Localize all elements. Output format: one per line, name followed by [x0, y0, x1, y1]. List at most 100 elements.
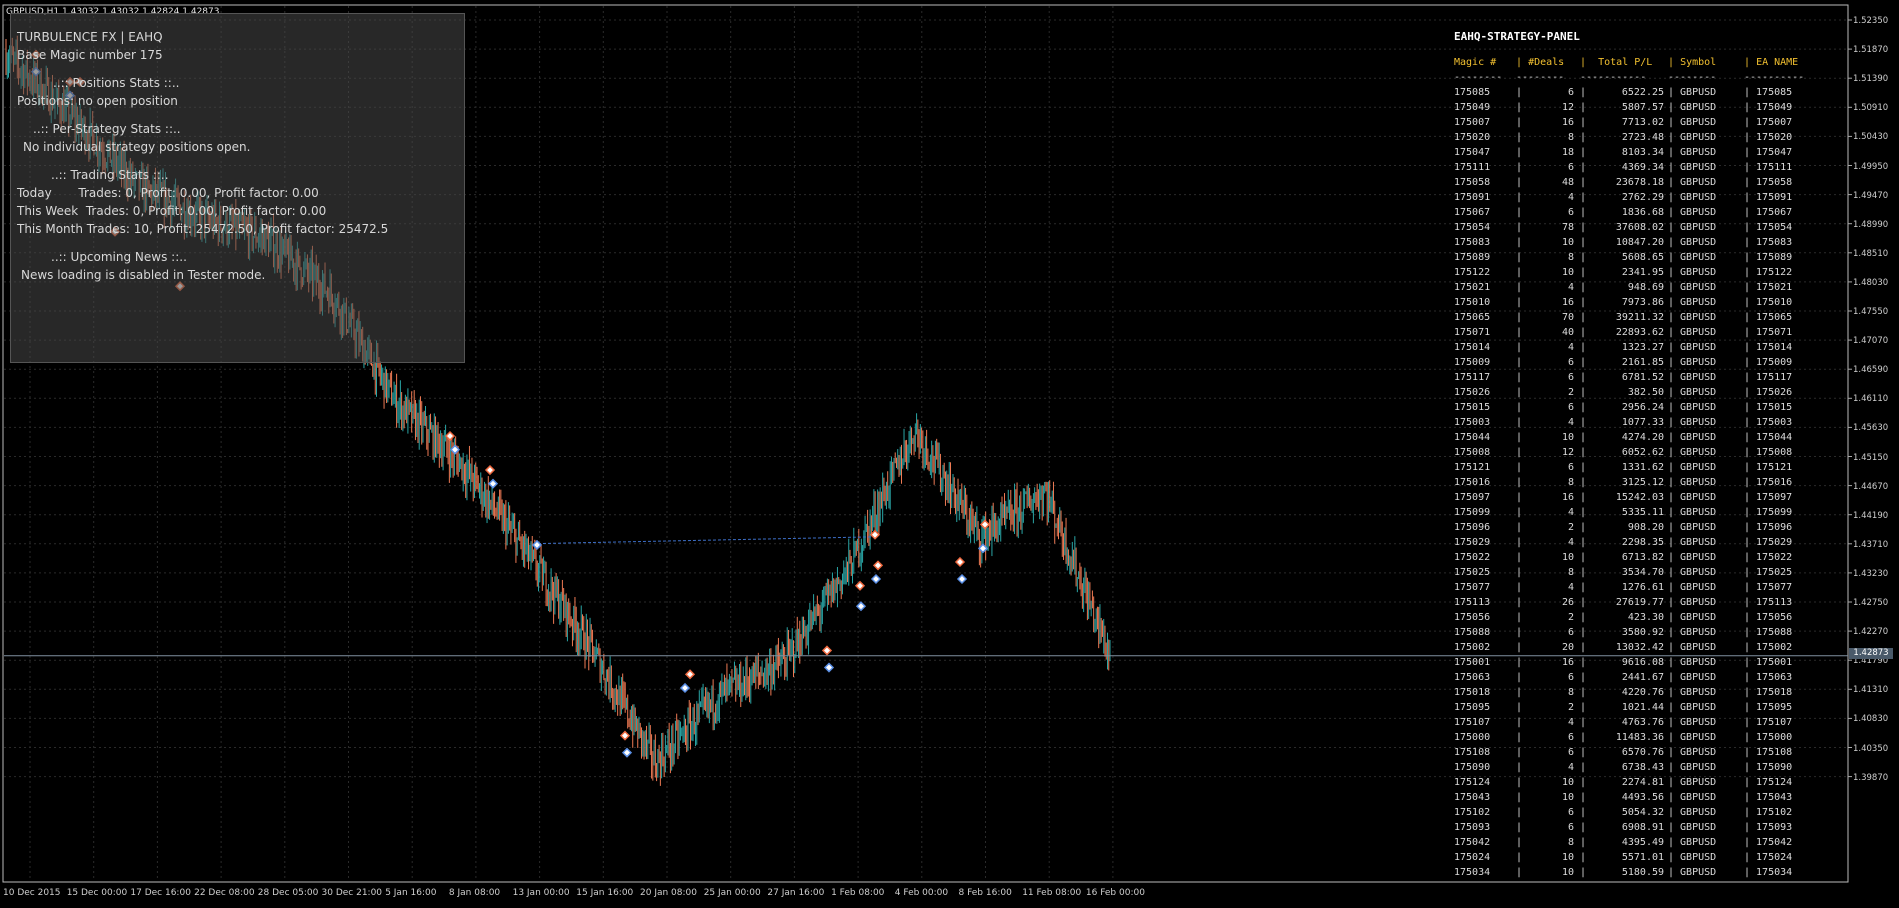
- total-cell: | 27619.77: [1580, 597, 1665, 608]
- total-cell: | 1323.27: [1580, 342, 1665, 353]
- ea-name-cell: | 175015: [1744, 402, 1793, 413]
- time-axis-label: 30 Dec 21:00: [321, 888, 383, 898]
- table-row: 175085 | 6 | 6522.25 | GBPUSD | 175085: [1454, 85, 1844, 100]
- time-axis-label: 1 Feb 08:00: [831, 888, 885, 898]
- table-row: 175108 | 6 | 6570.76 | GBPUSD | 175108: [1454, 745, 1844, 760]
- ea-name-cell: | 175108: [1744, 747, 1793, 758]
- header-magic: Magic #: [1454, 56, 1497, 68]
- info-line: ..:: Trading Stats ::..: [51, 168, 169, 182]
- symbol-cell: | GBPUSD: [1668, 312, 1717, 323]
- magic-cell: 175063: [1454, 672, 1491, 683]
- symbol-cell: | GBPUSD: [1668, 522, 1717, 533]
- info-line: ..:: Upcoming News ::..: [51, 250, 187, 264]
- total-cell: | 5608.65: [1580, 252, 1665, 263]
- magic-cell: 175024: [1454, 852, 1491, 863]
- ea-name-cell: | 175020: [1744, 132, 1793, 143]
- magic-cell: 175026: [1454, 387, 1491, 398]
- ea-name-cell: | 175058: [1744, 177, 1793, 188]
- total-cell: | 1836.68: [1580, 207, 1665, 218]
- info-line: This Week Trades: 0, Profit: 0.00, Profi…: [17, 204, 327, 218]
- table-row: 175024 | 10 | 5571.01 | GBPUSD | 175024: [1454, 850, 1844, 865]
- table-row: 175124 | 10 | 2274.81 | GBPUSD | 175124: [1454, 775, 1844, 790]
- deals-cell: | 8: [1516, 687, 1575, 698]
- ea-name-cell: | 175021: [1744, 282, 1793, 293]
- total-cell: | 23678.18: [1580, 177, 1665, 188]
- symbol-cell: | GBPUSD: [1668, 267, 1717, 278]
- symbol-cell: | GBPUSD: [1668, 417, 1717, 428]
- price-axis-label: 1.50430: [1853, 132, 1889, 143]
- magic-cell: 175088: [1454, 627, 1491, 638]
- table-row: 175107 | 4 | 4763.76 | GBPUSD | 175107: [1454, 715, 1844, 730]
- total-cell: | 1276.61: [1580, 582, 1665, 593]
- magic-cell: 175029: [1454, 537, 1491, 548]
- price-axis-label: 1.45630: [1853, 423, 1889, 434]
- deals-cell: | 4: [1516, 582, 1575, 593]
- ea-name-cell: | 175008: [1744, 447, 1793, 458]
- ea-name-cell: | 175026: [1744, 387, 1793, 398]
- table-row: 175093 | 6 | 6908.91 | GBPUSD | 175093: [1454, 820, 1844, 835]
- deals-cell: | 16: [1516, 657, 1575, 668]
- ea-name-cell: | 175007: [1744, 117, 1793, 128]
- deals-cell: | 4: [1516, 342, 1575, 353]
- price-axis-label: 1.49470: [1853, 190, 1889, 201]
- total-cell: | 5180.59: [1580, 867, 1665, 878]
- time-axis-label: 17 Dec 16:00: [130, 888, 191, 898]
- time-axis-label: 15 Jan 16:00: [576, 888, 634, 898]
- total-cell: | 13032.42: [1580, 642, 1665, 653]
- magic-cell: 175025: [1454, 567, 1491, 578]
- deals-cell: | 12: [1516, 447, 1575, 458]
- symbol-cell: | GBPUSD: [1668, 177, 1717, 188]
- info-line: TURBULENCE FX | EAHQ: [17, 30, 163, 44]
- total-cell: | 3580.92: [1580, 627, 1665, 638]
- table-row: 175083 | 10 | 10847.20 | GBPUSD | 175083: [1454, 235, 1844, 250]
- table-row: 175018 | 8 | 4220.76 | GBPUSD | 175018: [1454, 685, 1844, 700]
- price-axis-label: 1.45150: [1853, 452, 1889, 463]
- info-line: No individual strategy positions open.: [23, 140, 251, 154]
- ea-name-cell: | 175085: [1744, 87, 1793, 98]
- magic-cell: 175007: [1454, 117, 1491, 128]
- deals-cell: | 4: [1516, 507, 1575, 518]
- total-cell: | 3125.12: [1580, 477, 1665, 488]
- table-row: 175022 | 10 | 6713.82 | GBPUSD | 175022: [1454, 550, 1844, 565]
- table-row: 175065 | 70 | 39211.32 | GBPUSD | 175065: [1454, 310, 1844, 325]
- total-cell: | 2274.81: [1580, 777, 1665, 788]
- symbol-cell: | GBPUSD: [1668, 567, 1717, 578]
- table-row: 175091 | 4 | 2762.29 | GBPUSD | 175091: [1454, 190, 1844, 205]
- price-axis-label: 1.52350: [1853, 16, 1889, 26]
- price-axis-label: 1.39870: [1853, 772, 1889, 783]
- ea-name-cell: | 175001: [1744, 657, 1793, 668]
- trade-marker: [855, 601, 867, 612]
- table-row: 175014 | 4 | 1323.27 | GBPUSD | 175014: [1454, 340, 1844, 355]
- deals-cell: | 10: [1516, 792, 1575, 803]
- price-axis-label: 1.43710: [1853, 539, 1889, 550]
- magic-cell: 175021: [1454, 282, 1491, 293]
- magic-cell: 175022: [1454, 552, 1491, 563]
- symbol-cell: | GBPUSD: [1668, 822, 1717, 833]
- total-cell: | 3534.70: [1580, 567, 1665, 578]
- magic-cell: 175047: [1454, 147, 1491, 158]
- symbol-cell: | GBPUSD: [1668, 342, 1717, 353]
- ea-name-cell: | 175016: [1744, 477, 1793, 488]
- magic-cell: 175121: [1454, 462, 1491, 473]
- deals-cell: | 16: [1516, 297, 1575, 308]
- symbol-cell: | GBPUSD: [1668, 282, 1717, 293]
- ea-name-cell: | 175044: [1744, 432, 1793, 443]
- ea-name-cell: | 175043: [1744, 792, 1793, 803]
- magic-cell: 175042: [1454, 837, 1491, 848]
- table-row: 175056 | 2 | 423.30 | GBPUSD | 175056: [1454, 610, 1844, 625]
- trade-marker: [821, 645, 833, 656]
- ea-name-cell: | 175009: [1744, 357, 1793, 368]
- total-cell: | 9616.08: [1580, 657, 1665, 668]
- deals-cell: | 6: [1516, 162, 1575, 173]
- magic-cell: 175095: [1454, 702, 1491, 713]
- price-axis-label: 1.42270: [1853, 627, 1889, 638]
- total-cell: | 2762.29: [1580, 192, 1665, 203]
- magic-cell: 175054: [1454, 222, 1491, 233]
- total-cell: | 1077.33: [1580, 417, 1665, 428]
- trade-line: [537, 536, 877, 545]
- total-cell: | 11483.36: [1580, 732, 1665, 743]
- symbol-cell: | GBPUSD: [1668, 162, 1717, 173]
- trade-marker: [619, 730, 631, 741]
- table-row: 175026 | 2 | 382.50 | GBPUSD | 175026: [1454, 385, 1844, 400]
- table-row: 175047 | 18 | 8103.34 | GBPUSD | 175047: [1454, 145, 1844, 160]
